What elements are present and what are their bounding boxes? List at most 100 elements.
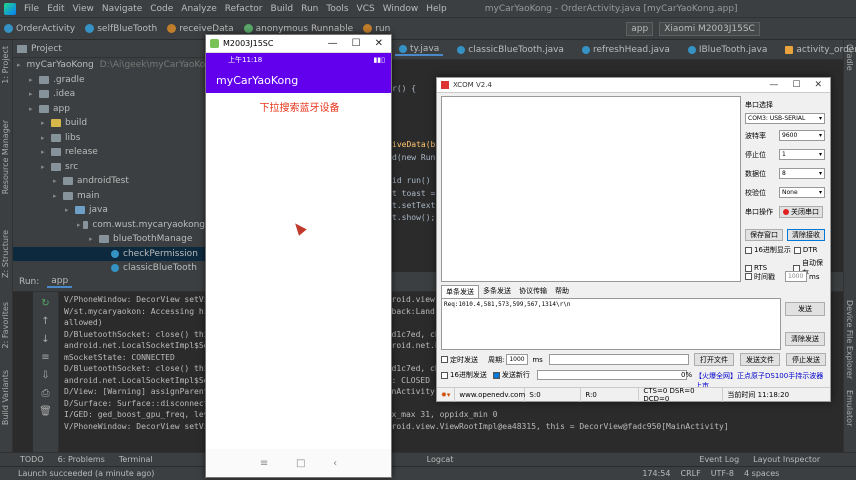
tab-refreshhead[interactable]: refreshHead.java [578, 45, 674, 55]
project-label[interactable]: Project [31, 44, 62, 54]
menu-analyze[interactable]: Analyze [181, 4, 216, 14]
timestamp-ms-input[interactable]: 1000 [785, 271, 807, 282]
expand-arrow-icon[interactable]: ▸ [65, 206, 73, 214]
tab-help[interactable]: 帮助 [551, 285, 573, 298]
indent-setting[interactable]: 4 spaces [744, 469, 779, 478]
settings-gear-icon[interactable]: ✹▾ [437, 387, 456, 402]
send-button[interactable]: 发送 [785, 302, 825, 316]
timestamp-checkbox[interactable] [745, 273, 752, 280]
expand-arrow-icon[interactable]: ▸ [41, 163, 49, 171]
expand-arrow-icon[interactable]: ▸ [29, 105, 37, 113]
parity-select[interactable]: None ▾ [779, 187, 825, 198]
menu-nav-icon[interactable]: ≡ [260, 458, 268, 469]
run-config-select[interactable]: app [626, 21, 654, 36]
tree-item[interactable]: ▸ src [13, 160, 205, 175]
menu-code[interactable]: Code [150, 4, 173, 14]
tree-item[interactable]: ▸ build [13, 116, 205, 131]
soft-wrap-icon[interactable]: ≡ [39, 352, 53, 364]
line-separator[interactable]: CRLF [681, 469, 701, 478]
tool-build-variants[interactable]: Build Variants [1, 370, 10, 425]
tab-multi-send[interactable]: 多条发送 [479, 285, 515, 298]
tool-terminal[interactable]: Terminal [119, 455, 153, 464]
scroll-up-icon[interactable]: ↑ [39, 316, 53, 328]
menu-navigate[interactable]: Navigate [102, 4, 142, 14]
app-content[interactable]: 下拉搜索蓝牙设备 [206, 93, 391, 449]
menu-window[interactable]: Window [383, 4, 419, 14]
tab-ibluetooth[interactable]: IBlueTooth.java [684, 45, 772, 55]
tool-structure[interactable]: Z: Structure [1, 230, 10, 278]
send-file-button[interactable]: 发送文件 [740, 353, 780, 366]
tool-layout-inspector[interactable]: Layout Inspector [753, 455, 820, 464]
clear-all-icon[interactable]: 🗑 [39, 406, 53, 418]
tree-item[interactable]: ▸ com.wust.mycaryaokong [13, 218, 205, 233]
open-file-button[interactable]: 打开文件 [694, 353, 734, 366]
tool-favorites[interactable]: 2: Favorites [1, 302, 10, 348]
tab-protocol[interactable]: 协议传输 [515, 285, 551, 298]
tree-item[interactable]: checkPermission [13, 246, 205, 261]
expand-arrow-icon[interactable]: ▸ [53, 192, 61, 200]
dtr-checkbox[interactable] [793, 246, 801, 254]
print-icon[interactable]: ⎙ [39, 388, 53, 400]
menu-edit[interactable]: Edit [47, 4, 64, 14]
close-icon[interactable]: ✕ [814, 80, 822, 90]
save-window-button[interactable]: 保存窗口 [745, 229, 783, 241]
breadcrumb-runnable[interactable]: anonymous Runnable [243, 24, 353, 34]
menu-refactor[interactable]: Refactor [225, 4, 263, 14]
menu-run[interactable]: Run [301, 4, 318, 14]
tree-item[interactable]: ▸ libs [13, 131, 205, 146]
home-nav-icon[interactable]: □ [296, 458, 305, 469]
tab-orderactivity[interactable]: ty.java [395, 44, 444, 56]
tree-item[interactable]: ▸ blueToothManage [13, 232, 205, 247]
rerun-icon[interactable]: ↻ [39, 298, 53, 310]
data-select[interactable]: 8 ▾ [779, 168, 825, 179]
back-nav-icon[interactable]: ‹ [333, 458, 337, 469]
tree-item[interactable]: ▸ app [13, 102, 205, 117]
tree-item[interactable]: ▸ .idea [13, 87, 205, 102]
breadcrumb-receivedata[interactable]: receiveData [167, 24, 234, 34]
send-input[interactable]: Req:1010.4,581,573,599,567,1314\r\n [441, 298, 781, 350]
timed-send-checkbox[interactable] [441, 356, 448, 363]
menu-file[interactable]: File [24, 4, 39, 14]
tab-classicbluetooth[interactable]: classicBlueTooth.java [453, 45, 568, 55]
menu-build[interactable]: Build [271, 4, 294, 14]
tool-todo[interactable]: TODO [20, 455, 44, 464]
device-select[interactable]: Xiaomi M2003J15SC [659, 21, 760, 36]
scroll-to-end-icon[interactable]: ⇩ [39, 370, 53, 382]
expand-arrow-icon[interactable]: ▸ [17, 61, 21, 69]
tool-event-log[interactable]: Event Log [699, 455, 739, 464]
expand-arrow-icon[interactable]: ▸ [29, 90, 37, 98]
breadcrumb-orderactivity[interactable]: OrderActivity [4, 24, 75, 34]
stop-select[interactable]: 1 ▾ [779, 149, 825, 160]
tree-item[interactable]: ▸ release [13, 145, 205, 160]
menu-tools[interactable]: Tools [326, 4, 348, 14]
tool-project[interactable]: 1: Project [1, 46, 10, 84]
tool-device-file-explorer[interactable]: Device File Explorer [845, 300, 854, 379]
file-path-input[interactable] [548, 354, 689, 365]
tool-resource-manager[interactable]: Resource Manager [1, 120, 10, 194]
clear-receive-button[interactable]: 清除接收 [787, 229, 825, 241]
tool-problems[interactable]: 6: Problems [58, 455, 105, 464]
expand-arrow-icon[interactable]: ▸ [53, 177, 61, 185]
file-encoding[interactable]: UTF-8 [711, 469, 734, 478]
stop-send-button[interactable]: 停止发送 [786, 353, 826, 366]
expand-arrow-icon[interactable]: ▸ [41, 119, 49, 127]
menu-help[interactable]: Help [426, 4, 447, 14]
menu-vcs[interactable]: VCS [357, 4, 375, 14]
tab-single-send[interactable]: 单条发送 [441, 285, 479, 298]
expand-arrow-icon[interactable]: ▸ [29, 76, 37, 84]
hex-display-checkbox[interactable] [745, 246, 752, 254]
receive-area[interactable] [441, 96, 741, 282]
minimize-icon[interactable]: — [328, 38, 338, 49]
breadcrumb-run[interactable]: run [363, 24, 390, 34]
tool-emulator[interactable]: Emulator [845, 390, 854, 426]
hex-send-checkbox[interactable] [441, 371, 448, 379]
tree-item[interactable]: ▸ java [13, 203, 205, 218]
run-app-tab[interactable]: app [47, 276, 73, 288]
expand-arrow-icon[interactable]: ▸ [89, 235, 97, 243]
tree-item[interactable]: ▸ main [13, 189, 205, 204]
cursor-position[interactable]: 174:54 [642, 469, 670, 478]
tab-activity-order-xml[interactable]: activity_order.xml [781, 45, 856, 55]
expand-arrow-icon[interactable]: ▸ [41, 134, 49, 142]
minimize-icon[interactable]: — [769, 80, 778, 90]
website-link[interactable]: www.openedv.com [455, 387, 526, 402]
